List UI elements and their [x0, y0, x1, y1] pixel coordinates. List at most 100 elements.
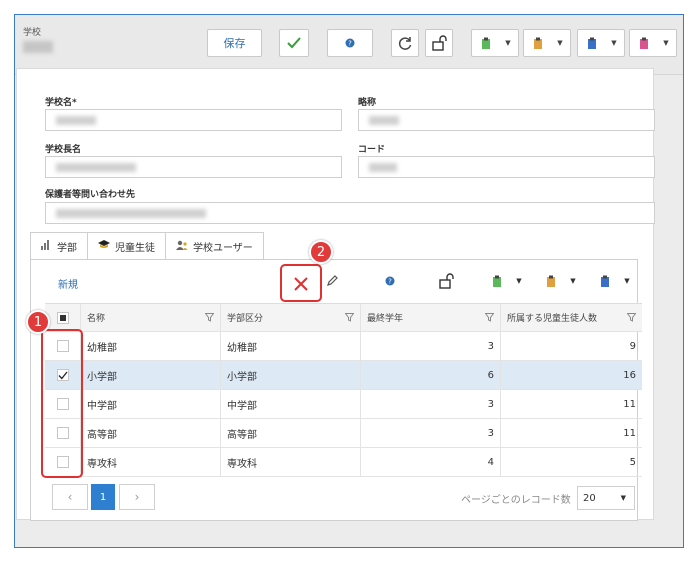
- column-header-name[interactable]: 名称: [81, 304, 221, 331]
- clipboard-blue-icon: [601, 275, 610, 287]
- unlock-icon: [432, 35, 447, 51]
- help-icon: ?: [345, 38, 355, 48]
- select-all-checkbox[interactable]: [56, 311, 69, 324]
- table-row[interactable]: 高等部 高等部 3 11: [45, 419, 642, 448]
- code-field[interactable]: [358, 156, 655, 178]
- svg-text:?: ?: [388, 278, 392, 286]
- cell-name: 小学部: [81, 361, 221, 389]
- cell-name: 中学部: [81, 390, 221, 418]
- cell-last-grade: 4: [361, 448, 501, 476]
- cell-category: 中学部: [221, 390, 361, 418]
- callout-checkbox-column: [41, 329, 83, 478]
- table-row[interactable]: 幼稚部 幼稚部 3 9: [45, 332, 642, 361]
- principal-name-label: 学校長名: [45, 145, 82, 155]
- bar-chart-icon: [41, 239, 52, 253]
- cell-last-grade: 3: [361, 419, 501, 447]
- refresh-icon: [398, 37, 412, 50]
- callout-badge-2: 2: [309, 240, 333, 264]
- grid-help-button[interactable]: ?: [378, 268, 402, 294]
- cell-category: 専攻科: [221, 448, 361, 476]
- column-header-last-grade[interactable]: 最終学年: [361, 304, 501, 331]
- filter-icon[interactable]: [344, 313, 355, 325]
- chevron-down-icon: ▼: [624, 277, 630, 285]
- column-header-students[interactable]: 所属する児童生徒人数: [501, 304, 642, 331]
- principal-name-field[interactable]: [45, 156, 342, 178]
- filter-icon[interactable]: [626, 313, 637, 325]
- guardian-contact-label: 保護者等問い合わせ先: [45, 190, 136, 200]
- per-page-label: ページごとのレコード数: [461, 495, 571, 506]
- chevron-left-icon: ‹: [67, 490, 73, 504]
- filter-icon[interactable]: [204, 313, 215, 325]
- cell-last-grade: 3: [361, 390, 501, 418]
- short-name-field[interactable]: [358, 109, 655, 131]
- table-row[interactable]: 小学部 小学部 6 16: [45, 361, 642, 390]
- chevron-down-icon: ▼: [516, 277, 522, 285]
- table-row[interactable]: 中学部 中学部 3 11: [45, 390, 642, 419]
- tab-bar: 学部 児童生徒 学校ユーザー: [30, 232, 264, 260]
- chevron-down-icon: ▼: [663, 39, 669, 47]
- column-header-category[interactable]: 学部区分: [221, 304, 361, 331]
- cell-students: 11: [623, 398, 636, 410]
- clipboard-pink-icon: [640, 37, 648, 49]
- clipboard-green-icon: [493, 275, 502, 287]
- export-green-dropdown[interactable]: ▼: [471, 29, 519, 57]
- grid-export-green-dropdown[interactable]: ▼: [484, 268, 530, 294]
- short-name-label: 略称: [358, 98, 377, 108]
- new-link[interactable]: 新規: [58, 276, 78, 291]
- guardian-contact-field[interactable]: [45, 202, 655, 224]
- svg-text:?: ?: [348, 40, 352, 48]
- grid-unlock-button[interactable]: [434, 268, 458, 294]
- users-icon: [176, 240, 188, 253]
- checkmark-icon: [287, 37, 301, 49]
- confirm-button[interactable]: [279, 29, 309, 57]
- clipboard-orange-icon: [534, 37, 542, 49]
- edit-button[interactable]: [322, 268, 342, 294]
- header-bar: 学校 保存 ? ▼ ▼ ▼ ▼: [15, 15, 683, 75]
- cell-students: 11: [623, 427, 636, 439]
- grid-export-orange-dropdown[interactable]: ▼: [538, 268, 584, 294]
- cell-last-grade: 6: [361, 361, 501, 389]
- chevron-down-icon: ▼: [611, 39, 617, 47]
- export-pink-dropdown[interactable]: ▼: [629, 29, 677, 57]
- per-page-select[interactable]: 20 ▼: [577, 486, 635, 510]
- tab-label: 学部: [57, 242, 77, 254]
- cell-last-grade: 3: [361, 332, 501, 360]
- next-page-button[interactable]: ›: [119, 484, 155, 510]
- chevron-down-icon: ▼: [570, 277, 576, 285]
- cell-students: 16: [623, 369, 636, 381]
- departments-grid: 名称 学部区分 最終学年 所属する児童生徒人数 幼稚部 幼稚部 3 9 小学部 …: [45, 303, 642, 477]
- grid-export-blue-dropdown[interactable]: ▼: [592, 268, 638, 294]
- school-name-field[interactable]: [45, 109, 342, 131]
- tab-students[interactable]: 児童生徒: [87, 232, 166, 260]
- graduation-cap-icon: [98, 240, 110, 253]
- export-orange-dropdown[interactable]: ▼: [523, 29, 571, 57]
- help-button[interactable]: ?: [327, 29, 373, 57]
- cell-category: 幼稚部: [221, 332, 361, 360]
- prev-page-button[interactable]: ‹: [52, 484, 88, 510]
- callout-delete-button: [280, 264, 322, 302]
- callout-badge-1: 1: [26, 310, 50, 334]
- clipboard-blue-icon: [588, 37, 596, 49]
- help-icon: ?: [385, 276, 395, 286]
- table-row[interactable]: 専攻科 専攻科 4 5: [45, 448, 642, 477]
- export-blue-dropdown[interactable]: ▼: [577, 29, 625, 57]
- code-label: コード: [358, 145, 386, 155]
- save-button[interactable]: 保存: [207, 29, 262, 57]
- cell-category: 高等部: [221, 419, 361, 447]
- chevron-down-icon: ▼: [505, 39, 511, 47]
- grid-header-row: 名称 学部区分 最終学年 所属する児童生徒人数: [45, 304, 642, 332]
- chevron-down-icon: ▼: [557, 39, 563, 47]
- tab-school-users[interactable]: 学校ユーザー: [165, 232, 264, 260]
- pencil-icon: [327, 275, 338, 286]
- unlock-icon: [439, 273, 454, 289]
- tab-departments[interactable]: 学部: [30, 232, 88, 260]
- cell-students: 9: [629, 340, 636, 352]
- filter-icon[interactable]: [484, 313, 495, 325]
- unlock-button[interactable]: [425, 29, 453, 57]
- cell-name: 高等部: [81, 419, 221, 447]
- chevron-down-icon: ▼: [620, 494, 626, 502]
- page-button[interactable]: 1: [91, 484, 115, 510]
- refresh-button[interactable]: [391, 29, 419, 57]
- school-name-redacted: [23, 41, 53, 53]
- cell-students: 5: [629, 456, 636, 468]
